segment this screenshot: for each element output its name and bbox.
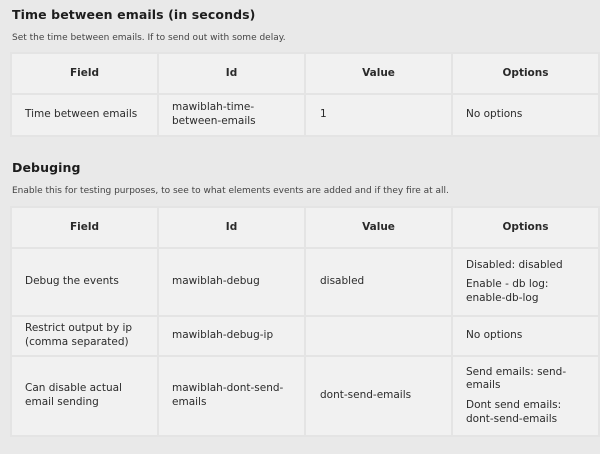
column-header-options: Options (453, 208, 598, 247)
cell-options: Send emails: send-emails Dont send email… (453, 357, 598, 435)
option-text: No options (466, 108, 523, 121)
option-text: Disabled: disabled (466, 258, 563, 271)
cell-id: mawiblah-debug (159, 249, 304, 315)
table-row: Restrict output by ip (comma separated) … (12, 317, 598, 355)
column-header-id: Id (159, 54, 304, 93)
settings-page: Time between emails (in seconds) Set the… (0, 0, 600, 454)
table-header-row: Field Id Value Options (12, 208, 598, 247)
column-header-value: Value (306, 208, 451, 247)
cell-value: disabled (306, 249, 451, 315)
cell-field: Time between emails (12, 95, 157, 135)
section-description-time-between-emails: Set the time between emails. If to send … (12, 33, 286, 43)
option-text: Dont send emails: dont-send-emails (466, 399, 562, 425)
cell-id: mawiblah-time-between-emails (159, 95, 304, 135)
column-header-field: Field (12, 208, 157, 247)
cell-options: Disabled: disabled Enable - db log: enab… (453, 249, 598, 315)
column-header-id: Id (159, 208, 304, 247)
cell-field: Debug the events (12, 249, 157, 315)
cell-field: Restrict output by ip (comma separated) (12, 317, 157, 355)
table-row: Time between emails mawiblah-time-betwee… (12, 95, 598, 135)
cell-id: mawiblah-debug-ip (159, 317, 304, 355)
cell-value: 1 (306, 95, 451, 135)
section-title-time-between-emails: Time between emails (in seconds) (12, 7, 256, 22)
cell-options: No options (453, 95, 598, 135)
cell-value (306, 317, 451, 355)
section-description-debuging: Enable this for testing purposes, to see… (12, 186, 449, 196)
option-text: Enable - db log: enable-db-log (466, 278, 549, 304)
cell-value: dont-send-emails (306, 357, 451, 435)
cell-options: No options (453, 317, 598, 355)
cell-field: Can disable actual email sending (12, 357, 157, 435)
settings-table-time-between-emails: Field Id Value Options Time between emai… (10, 52, 600, 137)
column-header-options: Options (453, 54, 598, 93)
cell-id: mawiblah-dont-send-emails (159, 357, 304, 435)
section-title-debuging: Debuging (12, 160, 81, 175)
table-row: Debug the events mawiblah-debug disabled… (12, 249, 598, 315)
column-header-value: Value (306, 54, 451, 93)
table-row: Can disable actual email sending mawibla… (12, 357, 598, 435)
option-text: No options (466, 329, 523, 342)
settings-table-debuging: Field Id Value Options Debug the events … (10, 206, 600, 437)
option-text: Send emails: send-emails (466, 365, 567, 392)
table-header-row: Field Id Value Options (12, 54, 598, 93)
column-header-field: Field (12, 54, 157, 93)
